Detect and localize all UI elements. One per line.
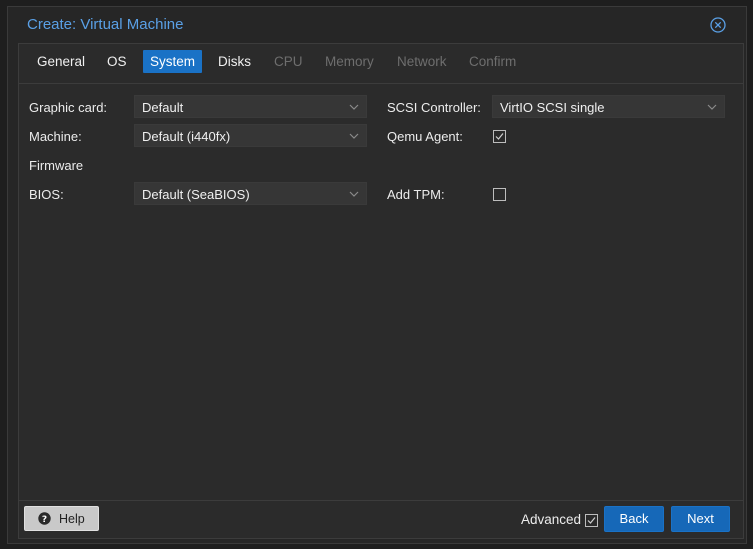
- advanced-label: Advanced: [521, 512, 582, 527]
- advanced-checkbox[interactable]: [585, 514, 598, 527]
- graphic-card-value: Default: [142, 100, 184, 115]
- chevron-down-icon[interactable]: [348, 188, 360, 200]
- scsi-controller-label: SCSI Controller:: [387, 100, 481, 115]
- tab-general[interactable]: General: [30, 50, 92, 73]
- create-vm-dialog: Create: Virtual Machine General OS Syste…: [7, 6, 747, 544]
- tab-os[interactable]: OS: [100, 50, 134, 73]
- tab-memory: Memory: [325, 54, 374, 69]
- machine-select[interactable]: Default (i440fx): [134, 124, 367, 147]
- scsi-controller-select[interactable]: VirtIO SCSI single: [492, 95, 725, 118]
- machine-value: Default (i440fx): [142, 129, 231, 144]
- machine-label: Machine:: [29, 129, 82, 144]
- tab-network: Network: [397, 54, 447, 69]
- bios-select[interactable]: Default (SeaBIOS): [134, 182, 367, 205]
- close-icon[interactable]: [710, 17, 726, 33]
- add-tpm-checkbox[interactable]: [493, 188, 506, 201]
- graphic-card-label: Graphic card:: [29, 100, 108, 115]
- dialog-title: Create: Virtual Machine: [27, 16, 184, 33]
- dialog-footer: ? Help Advanced Back Next: [19, 500, 743, 538]
- tab-system[interactable]: System: [143, 50, 203, 73]
- question-circle-icon: ?: [38, 512, 51, 525]
- back-button[interactable]: Back: [604, 506, 664, 532]
- qemu-agent-label: Qemu Agent:: [387, 129, 463, 144]
- next-button[interactable]: Next: [671, 506, 730, 532]
- tab-cpu: CPU: [274, 54, 303, 69]
- dialog-body: General OS System Disks CPU Memory Netwo…: [18, 43, 744, 539]
- help-button[interactable]: ? Help: [24, 506, 99, 531]
- add-tpm-label: Add TPM:: [387, 187, 445, 202]
- tab-confirm: Confirm: [469, 54, 517, 69]
- chevron-down-icon[interactable]: [706, 101, 718, 113]
- bios-value: Default (SeaBIOS): [142, 187, 250, 202]
- scsi-controller-value: VirtIO SCSI single: [500, 100, 605, 115]
- chevron-down-icon[interactable]: [348, 130, 360, 142]
- svg-text:?: ?: [42, 515, 47, 525]
- dialog-titlebar[interactable]: Create: Virtual Machine: [8, 7, 746, 43]
- help-label: Help: [59, 512, 85, 526]
- tab-disks[interactable]: Disks: [211, 50, 258, 73]
- firmware-heading: Firmware: [29, 158, 84, 173]
- qemu-agent-checkbox[interactable]: [493, 130, 506, 143]
- tab-bar: General OS System Disks CPU Memory Netwo…: [19, 44, 743, 84]
- bios-label: BIOS:: [29, 187, 64, 202]
- chevron-down-icon[interactable]: [348, 101, 360, 113]
- graphic-card-select[interactable]: Default: [134, 95, 367, 118]
